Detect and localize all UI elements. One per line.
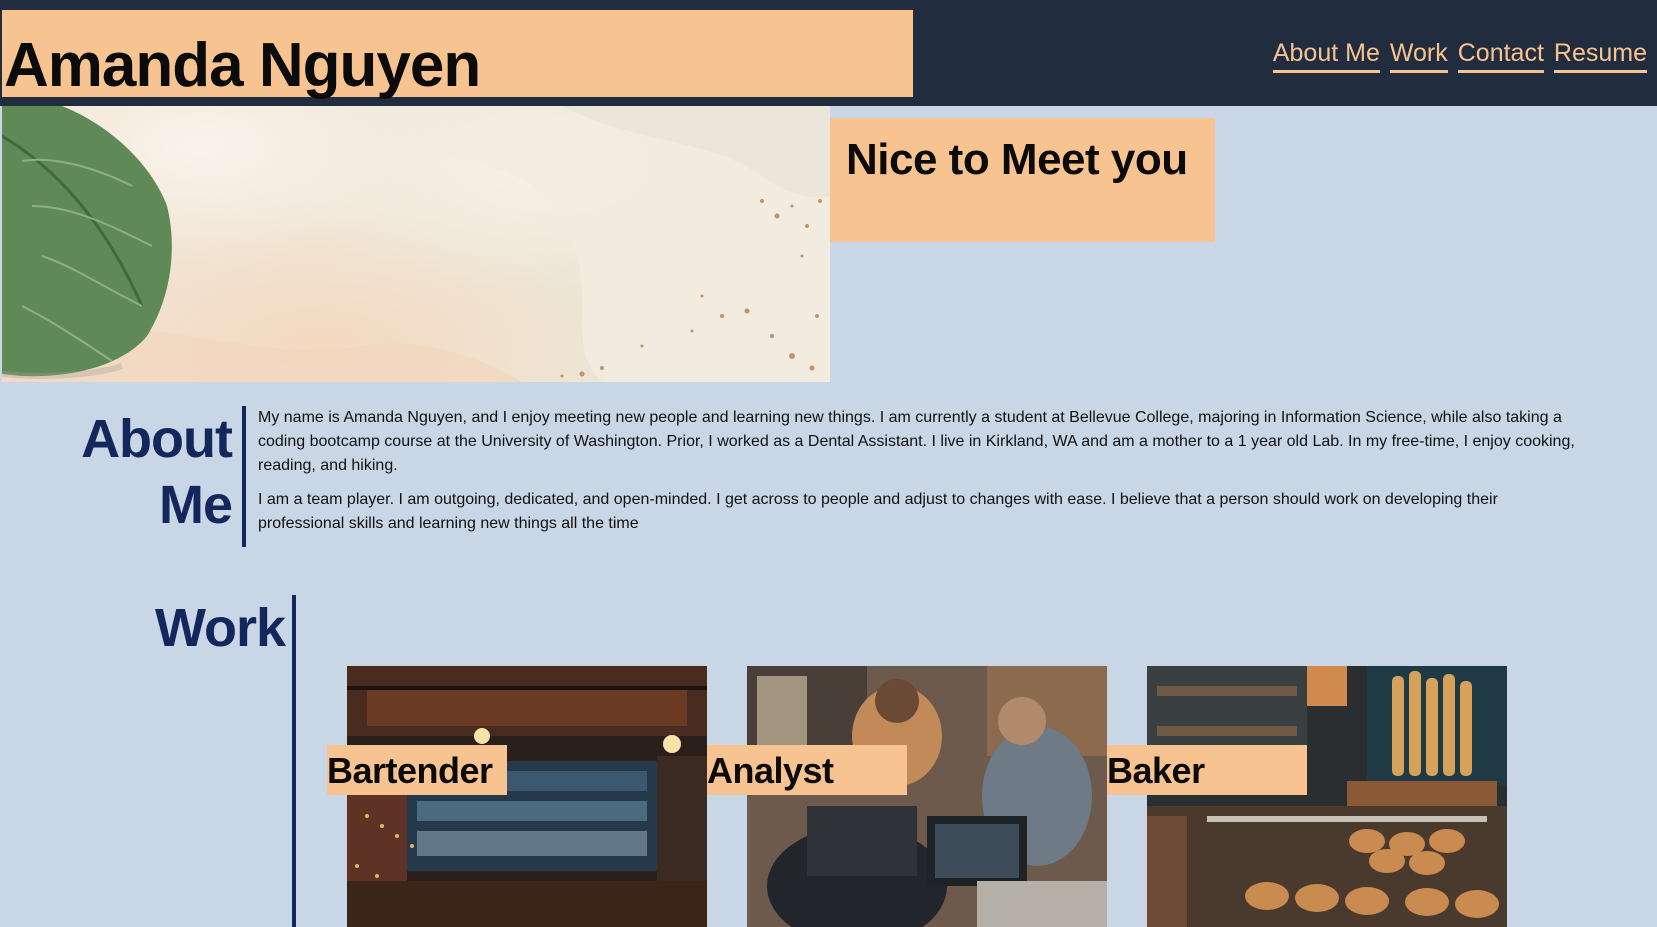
leaf-icon <box>2 106 172 379</box>
nav-link-about-me[interactable]: About Me <box>1272 36 1380 73</box>
hero-image <box>2 106 830 382</box>
nav-link-resume[interactable]: Resume <box>1553 36 1647 73</box>
site-title: Amanda Nguyen <box>4 31 481 100</box>
name-banner: Amanda Nguyen <box>2 10 913 100</box>
about-heading-line2: Me <box>158 475 233 535</box>
bakery-bread-image <box>1147 666 1507 927</box>
about-divider <box>242 406 246 547</box>
work-heading: Work <box>154 598 286 658</box>
nav-link-contact[interactable]: Contact <box>1457 36 1544 73</box>
leaf-abstract-paint-image <box>2 106 830 382</box>
work-card-label-box-analyst: Analyst <box>707 745 907 795</box>
work-card-label-baker: Baker <box>1107 750 1205 791</box>
work-card-label-bartender: Bartender <box>327 750 493 791</box>
site-header: Amanda Nguyen About Me Work Contact Resu… <box>0 0 1657 106</box>
greeting-banner: Nice to Meet you <box>830 118 1215 242</box>
work-card-baker[interactable] <box>1147 666 1507 927</box>
about-paragraph-2: I am a team player. I am outgoing, dedic… <box>258 491 1498 532</box>
about-heading: About Me <box>80 406 233 538</box>
work-card-label-analyst: Analyst <box>707 750 834 791</box>
work-card-label-box-baker: Baker <box>1107 745 1307 795</box>
work-card-label-box-bartender: Bartender <box>327 745 507 795</box>
about-paragraph-1: My name is Amanda Nguyen, and I enjoy me… <box>258 409 1575 474</box>
about-heading-line1: About <box>81 409 233 469</box>
work-card-bartender[interactable] <box>347 666 707 927</box>
greeting-heading: Nice to Meet you <box>846 135 1188 184</box>
about-body: My name is Amanda Nguyen, and I enjoy me… <box>258 406 1578 546</box>
laptop-meeting-image <box>747 666 1107 927</box>
nav-link-work[interactable]: Work <box>1389 36 1448 73</box>
bar-interior-image <box>347 666 707 927</box>
work-card-analyst[interactable] <box>747 666 1107 927</box>
work-divider <box>292 595 296 927</box>
main-nav: About Me Work Contact Resume <box>1272 36 1647 73</box>
